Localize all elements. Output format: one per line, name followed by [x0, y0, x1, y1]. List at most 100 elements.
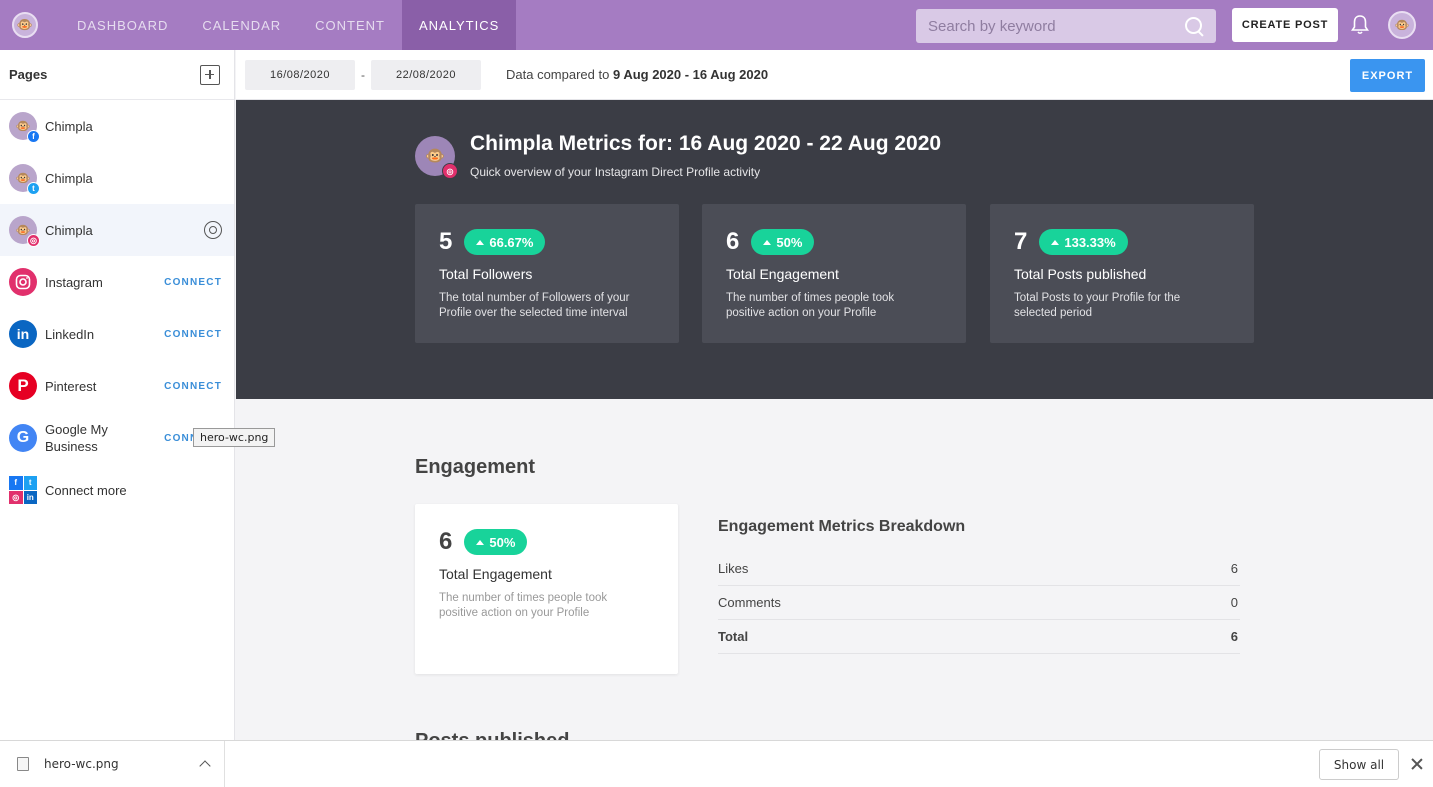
row-value: 0	[1230, 595, 1238, 610]
arrow-up-icon	[1051, 239, 1060, 245]
export-button[interactable]: EXPORT	[1350, 59, 1425, 92]
change-value: 133.33%	[1064, 234, 1116, 250]
top-navbar: 🐵 DASHBOARD CALENDAR CONTENT ANALYTICS C…	[0, 0, 1433, 50]
change-badge: 50%	[751, 229, 815, 255]
change-value: 66.67%	[489, 234, 534, 250]
page-avatar: 🐵 ◎	[9, 216, 40, 247]
page-label: Chimpla	[45, 118, 93, 134]
followers-card: 5 66.67% Total Followers The total numbe…	[415, 204, 679, 343]
arrow-up-icon	[763, 239, 772, 245]
twitter-icon: t	[27, 182, 40, 195]
search-box	[916, 9, 1216, 43]
comparison-range: 9 Aug 2020 - 16 Aug 2020	[612, 67, 769, 82]
pages-header: Pages	[0, 50, 234, 100]
arrow-up-icon	[476, 539, 485, 545]
engagement-card: 6 50% Total Engagement The number of tim…	[702, 204, 966, 343]
page-avatar: 🐵 t	[9, 164, 40, 195]
facebook-icon: f	[27, 130, 40, 143]
add-page-icon[interactable]	[200, 64, 220, 85]
search-input[interactable]	[928, 17, 1184, 35]
change-badge: 133.33%	[1039, 229, 1128, 255]
metric-description: The number of times people took positive…	[726, 292, 895, 319]
linkedin-icon: in	[9, 320, 37, 348]
page-label: Chimpla	[45, 170, 93, 186]
posts-card: 7 133.33% Total Posts published Total Po…	[990, 204, 1254, 343]
chevron-up-icon[interactable]	[199, 760, 211, 772]
connect-pinterest-button[interactable]: CONNECT	[164, 381, 222, 392]
nav-content[interactable]: CONTENT	[298, 0, 402, 50]
metrics-subtitle: Quick overview of your Instagram Direct …	[470, 165, 761, 179]
connect-linkedin-button[interactable]: CONNECT	[164, 329, 222, 340]
metric-title: Total Engagement	[726, 266, 839, 282]
user-avatar[interactable]: 🐵	[1388, 11, 1416, 39]
connect-item-pinterest: P Pinterest CONNECT	[0, 360, 234, 412]
app-logo[interactable]: 🐵	[0, 0, 50, 50]
row-value: 6	[1230, 561, 1238, 576]
nav-dashboard[interactable]: DASHBOARD	[60, 0, 185, 50]
page-item-chimpla-facebook[interactable]: 🐵 f Chimpla	[0, 100, 234, 152]
metrics-title: Chimpla Metrics for: 16 Aug 2020 - 22 Au…	[470, 132, 942, 155]
date-filter-bar: 16/08/2020 - 22/08/2020 Data compared to…	[236, 50, 1433, 100]
engagement-title: Engagement	[415, 456, 536, 478]
network-label: Instagram	[45, 274, 103, 290]
arrow-up-icon	[476, 239, 485, 245]
close-icon[interactable]	[1410, 757, 1424, 771]
bell-icon[interactable]	[1350, 14, 1370, 36]
comparison-text: Data compared to 9 Aug 2020 - 16 Aug 202…	[506, 67, 768, 82]
network-label: LinkedIn	[45, 326, 95, 342]
metrics-overview: 🐵 ◎ Chimpla Metrics for: 16 Aug 2020 - 2…	[236, 100, 1433, 399]
table-row: Likes 6	[718, 552, 1240, 586]
google-icon: G	[9, 424, 37, 452]
page-item-chimpla-instagram[interactable]: 🐵 ◎ Chimpla	[0, 204, 234, 256]
date-to-field[interactable]: 22/08/2020	[371, 59, 481, 90]
social-networks-icon: f t ◎ in	[9, 476, 37, 504]
row-label: Likes	[718, 561, 749, 576]
chimp-logo-icon: 🐵	[12, 12, 38, 38]
show-all-button[interactable]: Show all	[1319, 749, 1399, 780]
metric-value: 5	[439, 228, 453, 255]
metric-description: The total number of Followers of your Pr…	[439, 292, 630, 319]
row-value: 6	[1230, 629, 1238, 644]
page-label: Chimpla	[45, 222, 93, 238]
pinterest-icon: P	[9, 372, 37, 400]
engagement-summary-card: 6 50% Total Engagement The number of tim…	[415, 504, 678, 674]
connect-item-instagram: Instagram CONNECT	[0, 256, 234, 308]
breakdown-title: Engagement Metrics Breakdown	[718, 518, 966, 535]
change-value: 50%	[489, 534, 516, 550]
page-item-chimpla-twitter[interactable]: 🐵 t Chimpla	[0, 152, 234, 204]
table-row-total: Total 6	[718, 620, 1240, 654]
gear-icon[interactable]	[204, 221, 222, 239]
engagement-breakdown: Engagement Metrics Breakdown Likes 6 Com…	[718, 518, 1240, 654]
file-icon	[17, 757, 29, 771]
instagram-icon	[9, 268, 37, 296]
metric-title: Total Followers	[439, 266, 533, 282]
pages-sidebar: Pages 🐵 f Chimpla 🐵 t Chimpla 🐵 ◎ Chimpl…	[0, 50, 235, 740]
connect-item-linkedin: in LinkedIn CONNECT	[0, 308, 234, 360]
search-icon[interactable]	[1184, 16, 1204, 36]
metric-description: Total Posts to your Profile for the sele…	[1014, 292, 1181, 319]
connect-instagram-button[interactable]: CONNECT	[164, 277, 222, 288]
main-nav: DASHBOARD CALENDAR CONTENT ANALYTICS	[60, 0, 517, 50]
metric-title: Total Posts published	[1014, 266, 1147, 282]
network-label: Google My Business	[45, 422, 108, 454]
metric-value: 6	[439, 528, 453, 555]
metric-description: The number of times people took positive…	[439, 592, 608, 619]
nav-calendar[interactable]: CALENDAR	[185, 0, 298, 50]
create-post-button[interactable]: CREATE POST	[1232, 8, 1338, 42]
download-bar: hero-wc.png Show all	[0, 740, 1433, 787]
table-row: Comments 0	[718, 586, 1240, 620]
date-from-field[interactable]: 16/08/2020	[245, 59, 355, 90]
connect-more-item[interactable]: f t ◎ in Connect more	[0, 464, 234, 516]
pages-title: Pages	[9, 67, 48, 82]
date-separator: -	[361, 67, 365, 82]
metric-value: 6	[726, 228, 740, 255]
change-badge: 66.67%	[464, 229, 546, 255]
network-label: Pinterest	[45, 378, 97, 394]
file-tooltip: hero-wc.png	[193, 428, 276, 447]
instagram-icon: ◎	[27, 234, 40, 247]
download-filename: hero-wc.png	[44, 757, 119, 771]
profile-avatar: 🐵 ◎	[415, 136, 458, 179]
nav-analytics[interactable]: ANALYTICS	[402, 0, 517, 50]
download-item[interactable]: hero-wc.png	[0, 740, 225, 787]
change-value: 50%	[776, 234, 803, 250]
